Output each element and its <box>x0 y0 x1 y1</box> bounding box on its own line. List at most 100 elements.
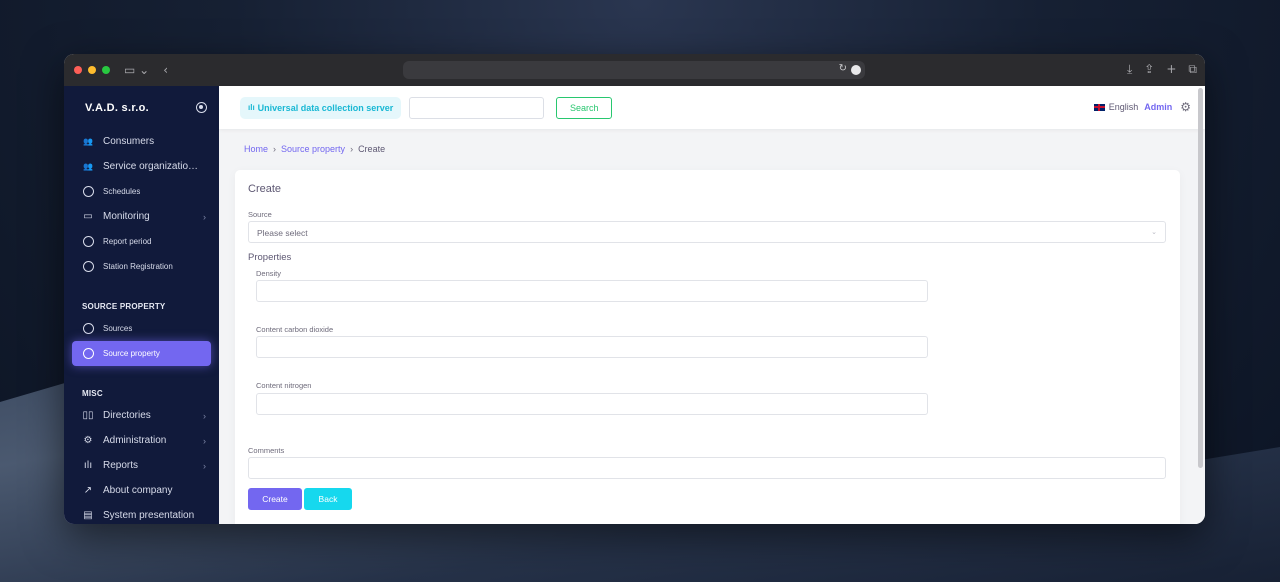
bar-chart-icon: ılı <box>248 103 255 112</box>
browser-titlebar: ▭ ⌄ ‹ ↻ ⤓ ⇪ + ⧉ <box>64 54 1205 86</box>
sidebar-collapse-icon[interactable] <box>196 102 207 113</box>
circle-icon <box>81 348 95 359</box>
sidebar-item-label: Monitoring <box>103 211 150 222</box>
download-icon[interactable]: ⤓ <box>1127 62 1132 77</box>
sidebar: V.A.D. s.r.o. 👥 Consumers 👥 Service organiz… <box>64 86 219 524</box>
sidebar-item-label: Source property <box>103 349 160 358</box>
new-tab-icon[interactable]: + <box>1166 62 1176 77</box>
co2-field[interactable] <box>256 336 928 358</box>
book-icon: ▯▯ <box>82 410 94 421</box>
circle-icon <box>81 236 95 247</box>
users-icon: 👥 <box>83 162 93 171</box>
sidebar-item-about-company[interactable]: ↗ About company <box>64 478 219 503</box>
sidebar-item-label: Directories <box>103 410 151 421</box>
create-form-card: Create Source Please select ⌄ Properties… <box>235 170 1180 524</box>
sidebar-item-report-period[interactable]: Report period <box>64 229 219 254</box>
nitrogen-label: Content nitrogen <box>256 381 312 390</box>
sidebar-item-directories[interactable]: ▯▯ Directories › <box>64 403 219 428</box>
uk-flag-icon <box>1093 103 1105 111</box>
main-content: ılı Universal data collection server Sea… <box>219 86 1205 524</box>
create-button[interactable]: Create <box>248 488 302 510</box>
share-icon[interactable]: ⇪ <box>1144 62 1154 77</box>
sidebar-item-sources[interactable]: Sources <box>64 316 219 341</box>
sidebar-item-label: System presentation <box>103 510 195 521</box>
sidebar-item-label: Sources <box>103 324 133 333</box>
section-header-source-property: SOURCE PROPERTY <box>82 302 166 311</box>
sidebar-item-reports[interactable]: ılı Reports › <box>64 453 219 478</box>
tabs-overview-icon[interactable]: ⧉ <box>1188 62 1197 77</box>
close-window-button[interactable] <box>74 66 82 74</box>
company-name[interactable]: V.A.D. s.r.o. <box>85 102 149 114</box>
external-link-icon: ↗ <box>83 485 93 496</box>
sidebar-item-label: Consumers <box>103 136 155 147</box>
source-select[interactable]: Please select ⌄ <box>248 221 1166 243</box>
server-label: Universal data collection server <box>257 102 394 113</box>
top-navbar: ılı Universal data collection server Sea… <box>219 86 1205 129</box>
sidebar-item-station-registration[interactable]: Station Registration <box>64 254 219 279</box>
breadcrumb-current: Create <box>358 144 386 154</box>
nitrogen-field[interactable] <box>256 393 928 415</box>
server-badge[interactable]: ılı Universal data collection server <box>240 96 402 119</box>
chevron-right-icon: › <box>203 410 206 421</box>
circle-icon <box>81 261 95 272</box>
maximize-window-button[interactable] <box>102 66 110 74</box>
page-scrollbar[interactable] <box>1198 88 1203 468</box>
breadcrumb-home[interactable]: Home <box>244 144 268 154</box>
address-bar[interactable]: ↻ <box>403 61 865 79</box>
chevron-right-icon: › <box>203 460 206 471</box>
language-label: English <box>1108 102 1139 112</box>
sidebar-item-source-property[interactable]: Source property <box>72 341 211 366</box>
users-icon: 👥 <box>83 137 93 146</box>
properties-heading: Properties <box>248 252 292 263</box>
file-icon: ▤ <box>83 510 93 521</box>
user-area: English Admin ⚙ <box>1093 100 1191 114</box>
search-input[interactable] <box>409 96 545 119</box>
sidebar-item-label: Report period <box>103 237 152 246</box>
sidebar-item-label: Administration <box>103 435 167 446</box>
circle-icon <box>81 323 95 334</box>
sidebar-item-administration[interactable]: ⚙ Administration › <box>64 428 219 453</box>
source-select-value: Please select <box>257 228 308 238</box>
co2-label: Content carbon dioxide <box>256 325 334 334</box>
form-title: Create <box>248 183 282 195</box>
sidebar-item-label: Reports <box>103 460 139 471</box>
breadcrumb: Home › Source property › Create <box>244 144 385 154</box>
circle-icon <box>81 186 95 197</box>
reload-icon[interactable]: ↻ <box>839 63 847 74</box>
browser-toolbar-right: ⤓ ⇪ + ⧉ <box>1127 62 1197 77</box>
sidebar-item-monitoring[interactable]: ▭ Monitoring › <box>64 204 219 229</box>
bar-chart-icon: ılı <box>83 460 93 471</box>
sidebar-item-label: About company <box>103 485 173 496</box>
more-icon[interactable] <box>851 65 861 75</box>
user-name[interactable]: Admin <box>1144 102 1172 112</box>
sidebar-item-schedules[interactable]: Schedules <box>64 179 219 204</box>
source-label: Source <box>248 210 272 219</box>
chevron-right-icon: › <box>203 211 206 222</box>
breadcrumb-separator-icon: › <box>350 144 354 154</box>
sidebar-item-label: Service organizatio… <box>103 161 199 172</box>
chevron-down-icon: ⌄ <box>1151 229 1157 236</box>
comments-field[interactable] <box>248 457 1166 479</box>
sidebar-item-label: Schedules <box>103 187 141 196</box>
density-field[interactable] <box>256 280 928 302</box>
sidebar-item-system-presentation[interactable]: ▤ System presentation <box>64 503 219 524</box>
search-button[interactable]: Search <box>556 96 613 119</box>
density-label: Density <box>256 269 282 278</box>
browser-window: ▭ ⌄ ‹ ↻ ⤓ ⇪ + ⧉ V.A.D. s.r.o. 👥 Consumers… <box>64 54 1205 524</box>
back-button[interactable]: Back <box>304 488 352 510</box>
window-controls <box>74 66 110 74</box>
breadcrumb-source-property[interactable]: Source property <box>281 144 345 154</box>
minimize-window-button[interactable] <box>88 66 96 74</box>
sidebar-item-consumers[interactable]: 👥 Consumers <box>64 129 219 154</box>
monitor-icon: ▭ <box>83 211 93 222</box>
app-root: V.A.D. s.r.o. 👥 Consumers 👥 Service organiz… <box>64 86 1205 524</box>
sidebar-toggle-icon[interactable]: ▭ ⌄ <box>124 63 149 77</box>
settings-icon: ⚙ <box>83 435 93 446</box>
sidebar-item-service-organizatio[interactable]: 👥 Service organizatio… <box>64 154 219 179</box>
language-selector[interactable]: English <box>1093 102 1139 112</box>
comments-label: Comments <box>248 446 285 455</box>
breadcrumb-separator-icon: › <box>273 144 277 154</box>
sidebar-brand: V.A.D. s.r.o. <box>64 86 219 129</box>
back-arrow-icon[interactable]: ‹ <box>163 63 168 77</box>
gear-icon[interactable]: ⚙ <box>1180 100 1191 114</box>
